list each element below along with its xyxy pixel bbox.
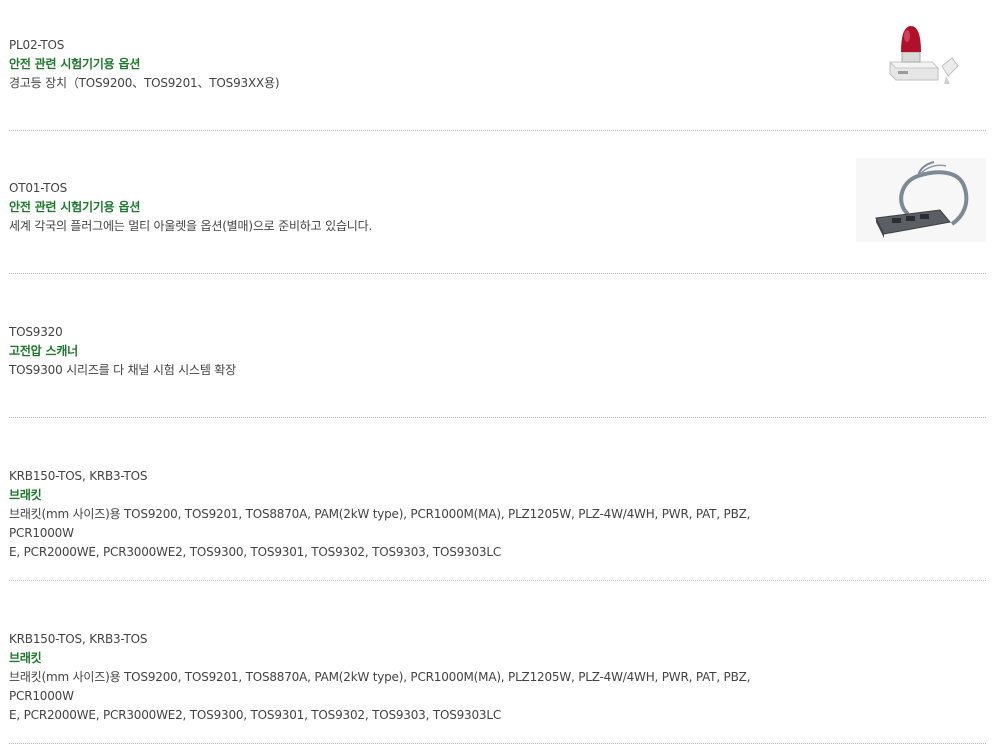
product-code[interactable]: TOS9320	[9, 323, 986, 342]
product-category: 고전압 스캐너	[9, 344, 79, 358]
product-item: PL02-TOS 안전 관련 시험기기용 옵션 경고등 장치（TOS9200、T…	[9, 36, 986, 93]
product-item: KRB150-TOS, KRB3-TOS 브래킷 브래킷(mm 사이즈)용 TO…	[9, 630, 986, 725]
product-description-line-1: 브래킷(mm 사이즈)용 TOS9200, TOS9201, TOS8870A,…	[9, 507, 751, 540]
product-description: TOS9300 시리즈를 다 채널 시험 시스템 확장	[9, 363, 236, 377]
product-code[interactable]: PL02-TOS	[9, 36, 986, 55]
product-description-line-1: 브래킷(mm 사이즈)용 TOS9200, TOS9201, TOS8870A,…	[9, 670, 751, 703]
product-description-line-2: E, PCR2000WE, PCR3000WE2, TOS9300, TOS93…	[9, 545, 502, 559]
product-item: OT01-TOS 안전 관련 시험기기용 옵션 세계 각국의 플러그에는 멀티 …	[9, 179, 986, 236]
product-category: 브래킷	[9, 488, 42, 502]
product-item: TOS9320 고전압 스캐너 TOS9300 시리즈를 다 채널 시험 시스템…	[9, 323, 986, 380]
row-divider	[9, 273, 986, 274]
product-code[interactable]: KRB150-TOS, KRB3-TOS	[9, 467, 986, 486]
warning-light-image[interactable]	[884, 22, 962, 90]
product-item: KRB150-TOS, KRB3-TOS 브래킷 브래킷(mm 사이즈)용 TO…	[9, 467, 986, 562]
row-divider	[9, 417, 986, 418]
multi-outlet-image[interactable]	[856, 158, 986, 242]
row-divider	[9, 580, 986, 581]
product-category: 브래킷	[9, 651, 42, 665]
product-category: 안전 관련 시험기기용 옵션	[9, 200, 141, 214]
row-divider	[9, 130, 986, 131]
product-description: 세계 각국의 플러그에는 멀티 아울렛을 옵션(별매)으로 준비하고 있습니다.	[9, 219, 373, 233]
product-description-line-2: E, PCR2000WE, PCR3000WE2, TOS9300, TOS93…	[9, 708, 502, 722]
row-divider	[9, 743, 986, 744]
product-code[interactable]: KRB150-TOS, KRB3-TOS	[9, 630, 986, 649]
product-code[interactable]: OT01-TOS	[9, 179, 986, 198]
product-description: 경고등 장치（TOS9200、TOS9201、TOS93XX용)	[9, 76, 280, 90]
product-category: 안전 관련 시험기기용 옵션	[9, 57, 141, 71]
